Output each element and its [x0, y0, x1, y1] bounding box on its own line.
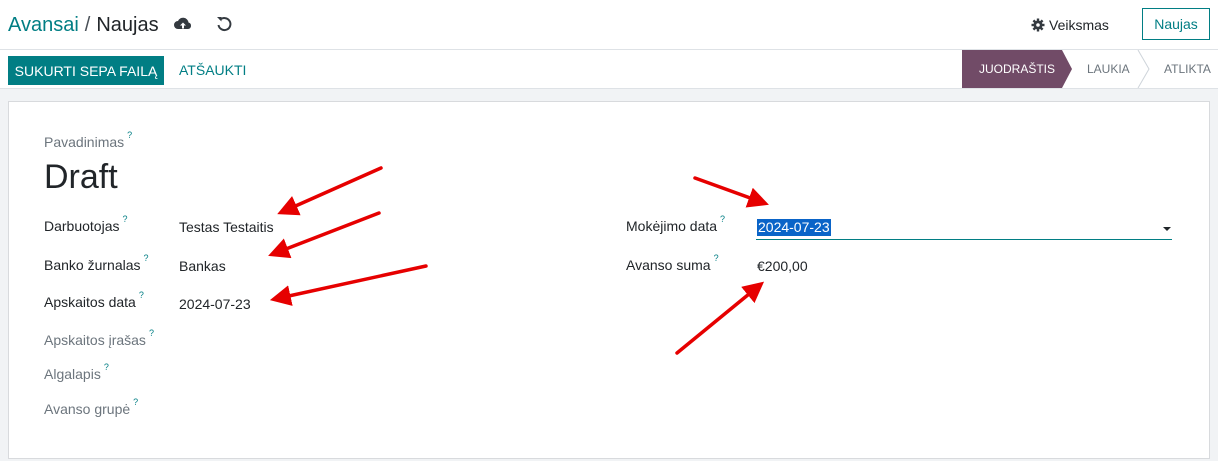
- journal-entry-label: Apskaitos įrašas?: [44, 328, 154, 348]
- form-sheet: [8, 101, 1210, 459]
- breadcrumb-current: Naujas: [96, 14, 159, 36]
- breadcrumb: Avansai / Naujas: [8, 13, 159, 37]
- discard-changes-icon[interactable]: [213, 13, 235, 35]
- help-icon[interactable]: ?: [149, 328, 154, 338]
- new-record-button[interactable]: Naujas: [1142, 8, 1210, 40]
- help-icon[interactable]: ?: [720, 214, 725, 224]
- breadcrumb-parent-link[interactable]: Avansai: [8, 14, 79, 36]
- bank-journal-label: Banko žurnalas?: [44, 253, 149, 273]
- accounting-date-label: Apskaitos data?: [44, 290, 144, 310]
- help-icon[interactable]: ?: [714, 253, 719, 263]
- cancel-button[interactable]: ATŠAUKTI: [179, 56, 246, 85]
- stage-done[interactable]: ATLIKTA: [1164, 50, 1211, 88]
- employee-field[interactable]: Testas Testaitis: [179, 219, 274, 235]
- accounting-date-field[interactable]: 2024-07-23: [179, 296, 251, 312]
- payment-date-label: Mokėjimo data?: [626, 214, 726, 234]
- help-icon[interactable]: ?: [139, 290, 144, 300]
- create-sepa-file-button[interactable]: SUKURTI SEPA FAILĄ: [8, 56, 164, 85]
- action-menu-button[interactable]: Veiksmas: [1031, 12, 1109, 38]
- help-icon[interactable]: ?: [144, 253, 149, 263]
- advance-group-label: Avanso grupė?: [44, 397, 139, 417]
- name-label: Pavadinimas?: [44, 130, 133, 150]
- help-icon[interactable]: ?: [127, 130, 132, 140]
- stage-draft[interactable]: JUODRAŠTIS: [962, 50, 1072, 88]
- bank-journal-field[interactable]: Bankas: [179, 258, 226, 274]
- advance-amount-field[interactable]: €200,00: [757, 258, 808, 274]
- status-bar: JUODRAŠTIS LAUKIA ATLIKTA: [962, 50, 1218, 88]
- stage-waiting[interactable]: LAUKIA: [1087, 50, 1130, 88]
- cloud-upload-icon[interactable]: [172, 13, 194, 35]
- action-menu-label: Veiksmas: [1049, 17, 1109, 33]
- employee-label: Darbuotojas?: [44, 214, 128, 234]
- payment-date-input[interactable]: 2024-07-23: [756, 216, 1172, 240]
- breadcrumb-separator: /: [84, 14, 91, 36]
- top-bar: Avansai / Naujas Veiksmas Naujas: [0, 0, 1218, 50]
- record-name[interactable]: Draft: [44, 157, 118, 197]
- chevron-down-icon[interactable]: [1163, 227, 1171, 231]
- gear-icon: [1031, 18, 1045, 32]
- help-icon[interactable]: ?: [123, 214, 128, 224]
- stage-separator: [1137, 50, 1150, 88]
- help-icon[interactable]: ?: [133, 397, 138, 407]
- help-icon[interactable]: ?: [104, 362, 109, 372]
- payslip-label: Algalapis?: [44, 362, 109, 382]
- payment-date-value: 2024-07-23: [757, 219, 831, 236]
- advance-amount-label: Avanso suma?: [626, 253, 719, 273]
